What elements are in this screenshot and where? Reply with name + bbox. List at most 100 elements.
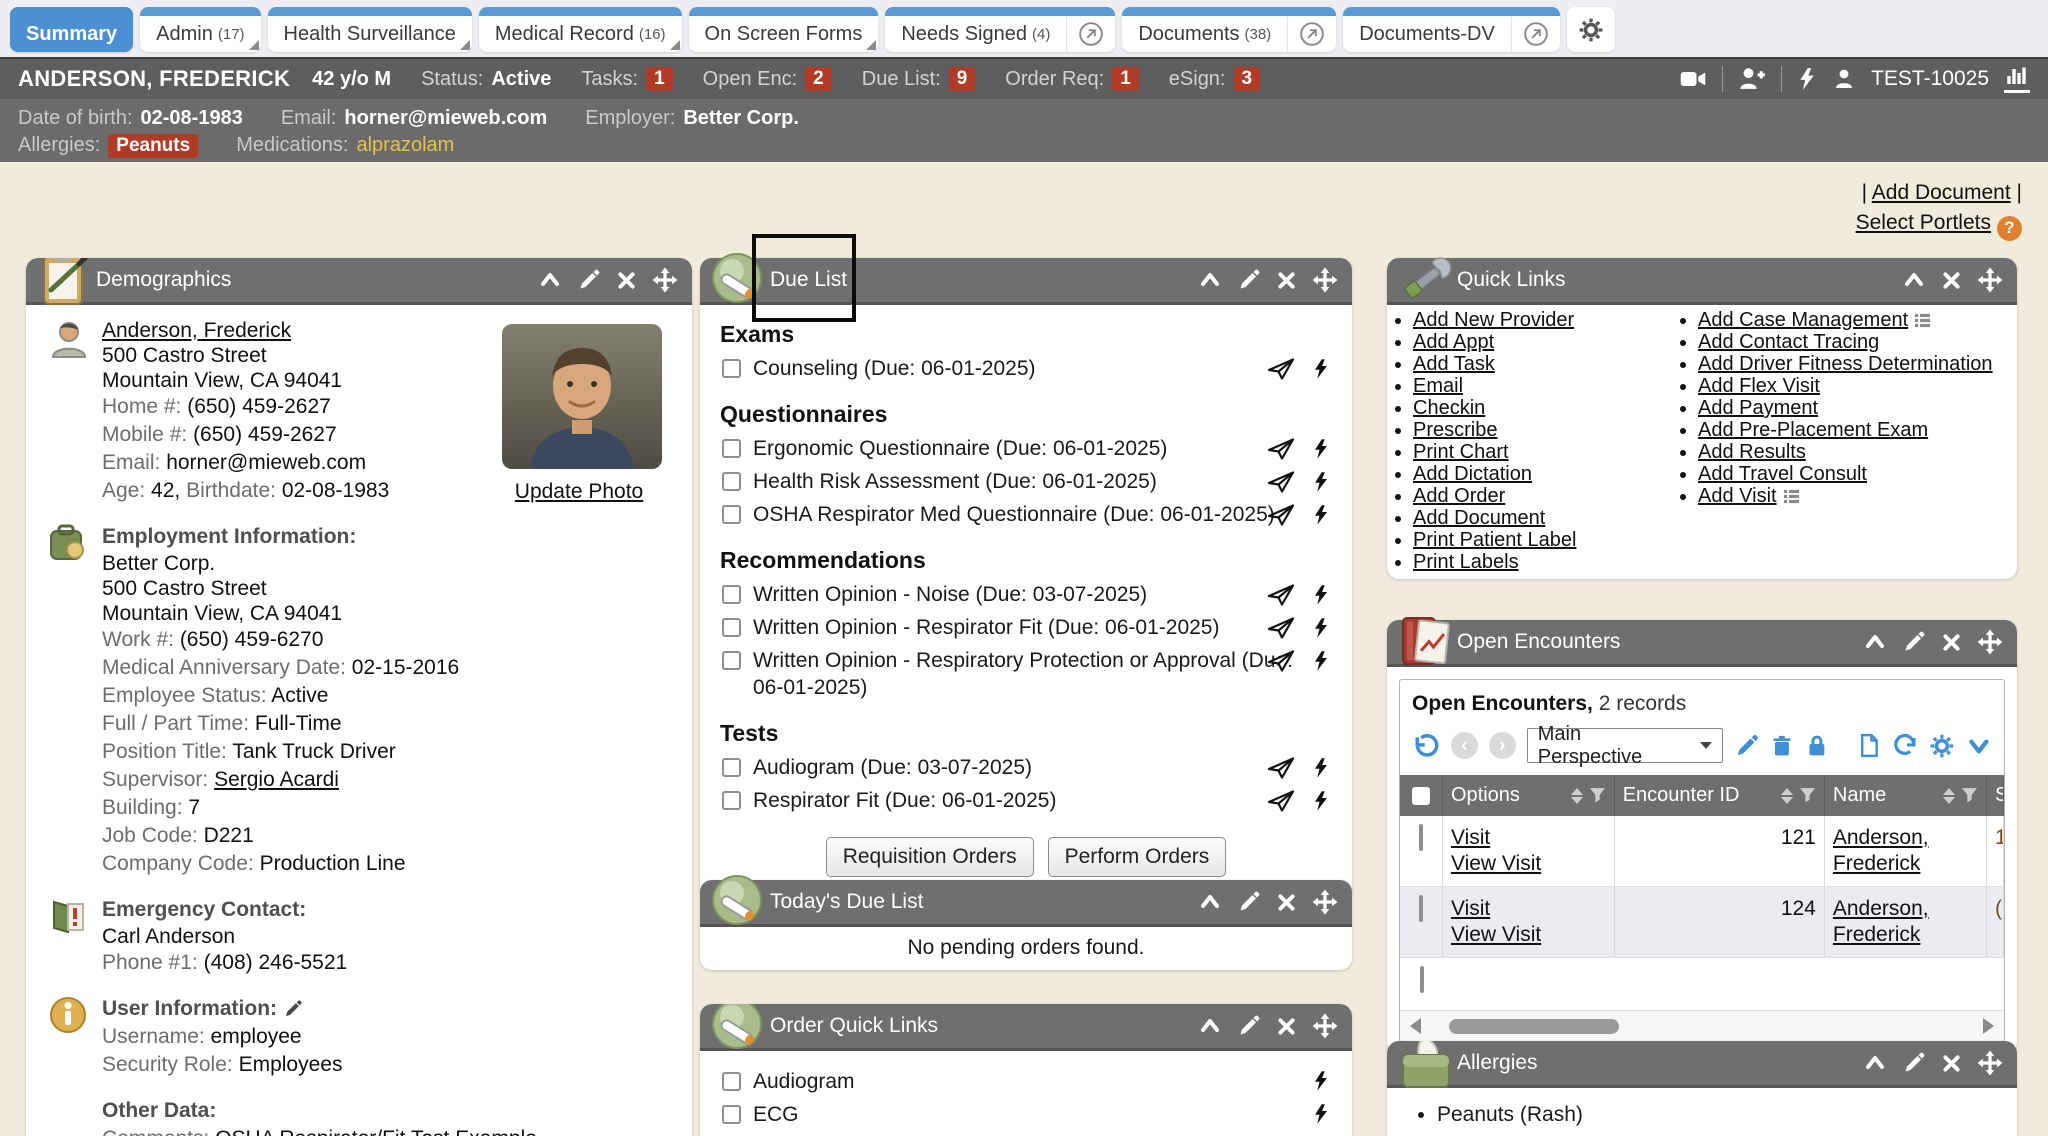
checkbox[interactable] (722, 1105, 741, 1124)
edit-user-info-icon[interactable] (283, 999, 303, 1019)
settings-gear-button[interactable] (1567, 7, 1615, 52)
move-icon[interactable] (1977, 267, 2003, 293)
chevron-down-icon[interactable] (1966, 733, 1992, 759)
quick-link-add-document[interactable]: Add Document (1413, 507, 1545, 529)
table-hscrollbar[interactable] (1400, 1010, 2004, 1041)
todays-due-list-header[interactable]: Today's Due List (700, 880, 1352, 927)
open-enc-badge[interactable]: 2 (805, 67, 832, 91)
quick-link-add-flex-visit[interactable]: Add Flex Visit (1698, 375, 1820, 397)
close-icon[interactable] (1276, 1016, 1297, 1037)
sort-icon[interactable] (1943, 788, 1955, 804)
column-header-options[interactable]: Options (1443, 775, 1615, 816)
perform-order-icon[interactable] (1312, 502, 1330, 528)
quick-link-add-payment[interactable]: Add Payment (1698, 397, 1818, 419)
checkbox[interactable] (722, 618, 741, 637)
grid-settings-gear-icon[interactable] (1929, 733, 1955, 759)
popout-icon[interactable] (1066, 7, 1115, 52)
quick-link-add-case-management[interactable]: Add Case Management (1698, 309, 1908, 331)
collapse-icon[interactable] (1902, 268, 1926, 292)
reload-icon[interactable] (1412, 732, 1440, 760)
tab-documents-dv[interactable]: Documents-DV (1343, 7, 1560, 52)
tab-documents[interactable]: Documents(38) (1122, 7, 1336, 52)
requisition-order-icon[interactable] (1266, 355, 1296, 383)
quick-link-add-travel-consult[interactable]: Add Travel Consult (1698, 463, 1867, 485)
demographics-portlet-header[interactable]: Demographics (26, 258, 692, 305)
tab-on-screen-forms[interactable]: On Screen Forms (689, 7, 879, 52)
column-header-name[interactable]: Name (1825, 775, 1987, 816)
esign-badge[interactable]: 3 (1234, 67, 1261, 91)
collapse-icon[interactable] (1863, 630, 1887, 654)
next-page-icon[interactable]: › (1489, 732, 1516, 759)
due-list-badge[interactable]: 9 (949, 67, 976, 91)
allergy-badge[interactable]: Peanuts (108, 134, 198, 158)
collapse-icon[interactable] (1198, 268, 1222, 292)
edit-icon[interactable] (1237, 1014, 1261, 1038)
scroll-right-arrow[interactable] (1983, 1018, 1994, 1034)
requisition-order-icon[interactable] (1266, 647, 1296, 675)
allergies-header[interactable]: Allergies (1387, 1041, 2017, 1088)
quick-link-email[interactable]: Email (1413, 375, 1463, 397)
requisition-order-icon[interactable] (1266, 501, 1296, 529)
edit-perspective-icon[interactable] (1734, 733, 1760, 759)
row-checkbox[interactable] (1419, 824, 1423, 851)
sort-icon[interactable] (1571, 788, 1583, 804)
user-icon[interactable] (1832, 67, 1856, 91)
requisition-order-icon[interactable] (1266, 581, 1296, 609)
list-icon[interactable] (1914, 312, 1931, 329)
close-icon[interactable] (1941, 270, 1962, 291)
edit-icon[interactable] (1902, 630, 1926, 654)
move-icon[interactable] (1312, 267, 1338, 293)
quick-link-prescribe[interactable]: Prescribe (1413, 419, 1497, 441)
column-header-encounter-id[interactable]: Encounter ID (1615, 775, 1825, 816)
collapse-icon[interactable] (1863, 1051, 1887, 1075)
perform-orders-button[interactable]: Perform Orders (1048, 837, 1227, 877)
lightning-icon[interactable] (1797, 66, 1817, 92)
requisition-order-icon[interactable] (1266, 787, 1296, 815)
view-visit-link[interactable]: View Visit (1451, 923, 1541, 946)
perform-order-icon[interactable] (1312, 356, 1330, 382)
checkbox[interactable] (722, 585, 741, 604)
update-photo-link[interactable]: Update Photo (504, 480, 654, 504)
quick-link-print-chart[interactable]: Print Chart (1413, 441, 1509, 463)
move-icon[interactable] (1312, 1013, 1338, 1039)
close-icon[interactable] (616, 270, 637, 291)
new-document-icon[interactable] (1857, 733, 1882, 758)
quick-link-add-dictation[interactable]: Add Dictation (1413, 463, 1532, 485)
edit-icon[interactable] (1237, 268, 1261, 292)
order-req-badge[interactable]: 1 (1112, 67, 1139, 91)
requisition-orders-button[interactable]: Requisition Orders (826, 837, 1034, 877)
quick-link-checkin[interactable]: Checkin (1413, 397, 1485, 419)
perspective-select[interactable]: Main Perspective (1527, 728, 1723, 763)
checkbox[interactable] (722, 651, 741, 670)
checkbox[interactable] (722, 758, 741, 777)
tab-health-surveillance[interactable]: Health Surveillance (268, 7, 472, 52)
patient-name-link[interactable]: Anderson,Frederick (1833, 897, 1929, 946)
prev-page-icon[interactable]: ‹ (1451, 732, 1478, 759)
edit-icon[interactable] (577, 268, 601, 292)
row-checkbox[interactable] (1419, 895, 1423, 922)
tab-admin[interactable]: Admin(17) (140, 7, 260, 52)
perform-order-icon[interactable] (1312, 755, 1330, 781)
perform-order-icon[interactable] (1312, 615, 1330, 641)
close-icon[interactable] (1276, 270, 1297, 291)
tab-medical-record[interactable]: Medical Record(16) (479, 7, 682, 52)
checkbox[interactable] (722, 359, 741, 378)
quick-link-add-results[interactable]: Add Results (1698, 441, 1806, 463)
checkbox[interactable] (722, 439, 741, 458)
quick-link-add-driver-fitness-determination[interactable]: Add Driver Fitness Determination (1698, 353, 1993, 375)
checkbox[interactable] (722, 505, 741, 524)
checkbox[interactable] (722, 791, 741, 810)
row-checkbox[interactable] (1420, 966, 1424, 993)
filter-icon[interactable] (1589, 787, 1606, 804)
quick-link-add-appt[interactable]: Add Appt (1413, 331, 1494, 353)
medications-value[interactable]: alprazolam (356, 134, 454, 157)
column-header-clipped[interactable]: S (1987, 775, 2004, 816)
collapse-icon[interactable] (1198, 890, 1222, 914)
popout-icon[interactable] (1511, 7, 1560, 52)
help-icon[interactable]: ? (1997, 216, 2022, 241)
patient-name-link[interactable]: Anderson, Frederick (102, 319, 291, 342)
requisition-order-icon[interactable] (1266, 468, 1296, 496)
visit-link[interactable]: Visit (1451, 826, 1490, 849)
requisition-order-icon[interactable] (1266, 614, 1296, 642)
quick-link-add-visit[interactable]: Add Visit (1698, 485, 1777, 507)
